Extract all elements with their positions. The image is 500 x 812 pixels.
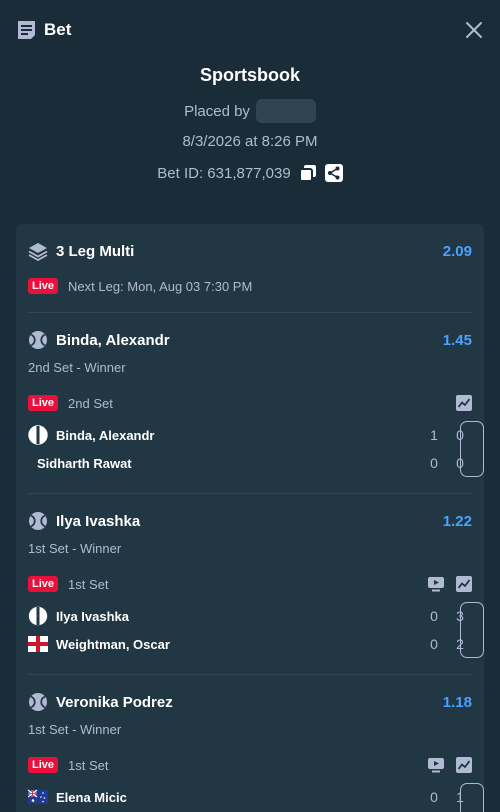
placed-by: Placed by <box>0 99 500 123</box>
leg-market: 1st Set - Winner <box>28 541 122 556</box>
leg-live-row: Live 1st Set <box>28 576 472 592</box>
divider <box>28 312 472 313</box>
stats-chart-icon[interactable] <box>456 757 472 773</box>
player-name: Weightman, Oscar <box>56 636 170 652</box>
leg-odds: 1.18 <box>442 693 472 711</box>
white-flag-icon <box>28 425 48 445</box>
tennis-ball-icon <box>29 693 47 711</box>
leg-market: 1st Set - Winner <box>28 722 122 737</box>
placed-by-label: Placed by <box>184 102 250 120</box>
multi-header: 3 Leg Multi 2.09 <box>28 241 472 261</box>
live-badge: Live <box>28 395 59 411</box>
leg-live-row: Live 1st Set <box>28 757 472 773</box>
leg-live-row: Live 2nd Set <box>28 395 472 411</box>
player-row: Elena Micic 0 1 <box>28 786 472 808</box>
leg-market: 2nd Set - Winner <box>28 360 126 375</box>
player-row: Ilya Ivashka 0 3 <box>28 605 472 627</box>
set-score: 0 <box>430 636 438 652</box>
player-name: Sidharth Rawat <box>37 455 132 471</box>
leg-period: 1st Set <box>68 576 109 592</box>
layers-icon <box>28 243 48 261</box>
england-flag-icon <box>28 636 48 652</box>
live-badge: Live <box>28 576 59 592</box>
multi-odds: 2.09 <box>442 242 472 260</box>
leg-header[interactable]: Binda, Alexandr 1.45 <box>28 330 472 350</box>
stats-chart-icon[interactable] <box>456 576 472 592</box>
close-icon[interactable] <box>465 21 483 39</box>
receipt-icon <box>18 21 35 39</box>
player-name: Elena Micic <box>56 789 127 805</box>
multi-live-row: Live Next Leg: Mon, Aug 03 7:30 PM <box>28 278 472 294</box>
divider <box>28 674 472 675</box>
player-name: Binda, Alexandr <box>56 427 155 443</box>
player-row: Binda, Alexandr 1 0 <box>28 424 472 446</box>
stats-chart-icon[interactable] <box>456 395 472 411</box>
multi-title: 3 Leg Multi <box>56 242 135 260</box>
sportsbook-title: Sportsbook <box>199 65 300 85</box>
bet-date: 8/3/2026 at 8:26 PM <box>182 133 318 150</box>
leg-period: 1st Set <box>68 757 109 773</box>
hidden-username[interactable] <box>255 99 316 123</box>
leg-title: Veronika Podrez <box>56 693 173 711</box>
leg-actions <box>428 757 472 773</box>
set-score: 1 <box>430 427 438 443</box>
game-score: 1 <box>456 789 464 805</box>
modal-title: Bet <box>44 20 72 39</box>
player-name: Ilya Ivashka <box>56 608 129 624</box>
live-badge: Live <box>28 278 59 294</box>
bet-id-row: Bet ID: 631,877,039 <box>0 164 500 182</box>
set-score: 0 <box>430 455 438 471</box>
tennis-ball-icon <box>29 331 47 349</box>
leg-actions <box>428 576 472 592</box>
next-leg: Next Leg: Mon, Aug 03 7:30 PM <box>68 278 253 294</box>
player-row: Sidharth Rawat 0 0 <box>28 452 472 474</box>
live-stream-icon[interactable] <box>428 576 444 592</box>
leg-odds: 1.22 <box>442 512 472 530</box>
game-score: 3 <box>456 608 464 624</box>
set-score: 0 <box>430 789 438 805</box>
leg-title: Ilya Ivashka <box>56 512 141 530</box>
game-score: 2 <box>456 636 464 652</box>
bet-id: Bet ID: 631,877,039 <box>157 164 291 182</box>
copy-icon[interactable] <box>298 164 317 182</box>
share-icon[interactable] <box>324 164 343 182</box>
set-score: 0 <box>430 608 438 624</box>
leg-odds: 1.45 <box>442 331 472 349</box>
player-row: Weightman, Oscar 0 2 <box>28 633 472 655</box>
tennis-ball-icon <box>29 512 47 530</box>
australia-flag-icon <box>28 789 48 804</box>
leg-title: Binda, Alexandr <box>56 331 170 349</box>
white-flag-icon <box>28 606 48 626</box>
leg-header[interactable]: Veronika Podrez 1.18 <box>28 692 472 712</box>
live-badge: Live <box>28 757 59 773</box>
bet-card: 3 Leg Multi 2.09 Live Next Leg: Mon, Aug… <box>16 224 484 812</box>
leg-header[interactable]: Ilya Ivashka 1.22 <box>28 511 472 531</box>
game-score: 0 <box>456 455 464 471</box>
leg-period: 2nd Set <box>68 395 113 411</box>
leg-actions <box>456 395 472 411</box>
game-score: 0 <box>456 427 464 443</box>
modal-header: Bet <box>0 0 500 60</box>
divider <box>28 493 472 494</box>
live-stream-icon[interactable] <box>428 757 444 773</box>
